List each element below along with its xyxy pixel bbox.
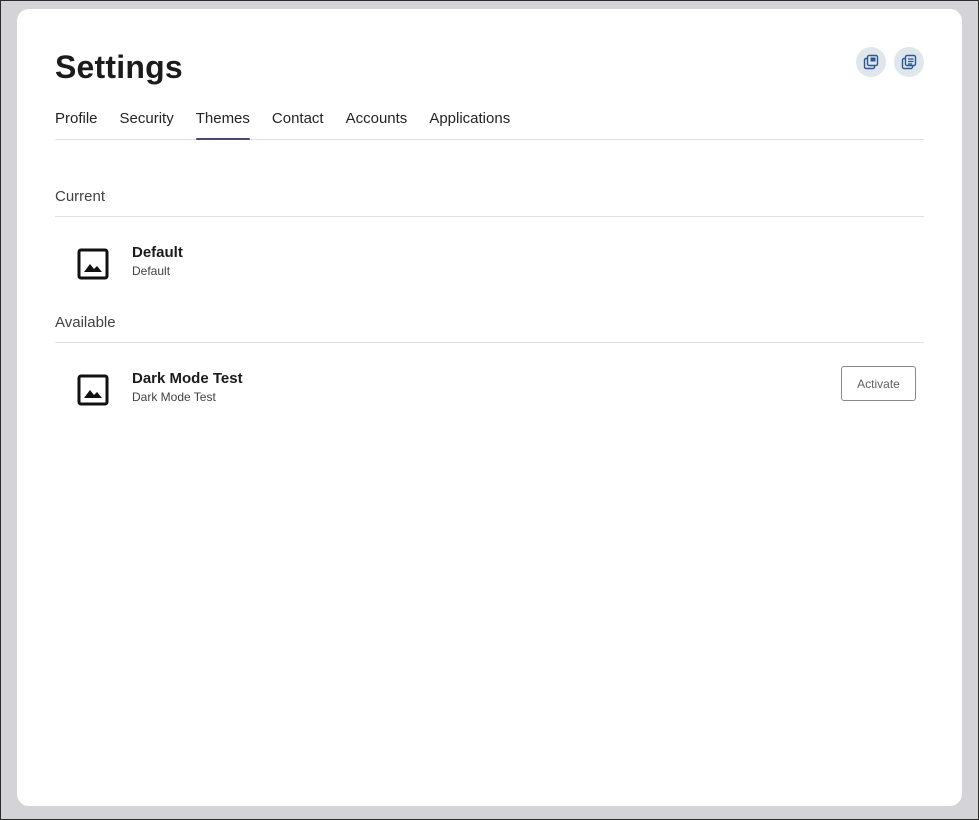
theme-name: Default — [132, 244, 183, 261]
popout-button[interactable] — [856, 47, 886, 77]
section-divider — [55, 216, 924, 217]
current-theme-row: Default Default — [55, 240, 924, 288]
tab-contact[interactable]: Contact — [272, 109, 324, 139]
page-title: Settings — [55, 49, 183, 85]
section-label-current: Current — [55, 188, 106, 205]
header: Settings — [55, 47, 924, 101]
tab-applications[interactable]: Applications — [429, 109, 510, 139]
settings-tabs: Profile Security Themes Contact Accounts… — [55, 109, 924, 140]
settings-card: Settings Profile Security Themes Contact… — [17, 9, 962, 806]
theme-description: Dark Mode Test — [132, 390, 216, 404]
theme-description: Default — [132, 264, 171, 278]
tab-themes[interactable]: Themes — [195, 109, 251, 140]
activate-button[interactable]: Activate — [841, 366, 916, 401]
theme-name: Dark Mode Test — [132, 370, 243, 387]
section-label-available: Available — [55, 314, 116, 331]
popout-icon — [863, 54, 879, 70]
tab-accounts[interactable]: Accounts — [346, 109, 408, 139]
tab-profile[interactable]: Profile — [55, 109, 98, 139]
image-icon — [77, 374, 109, 406]
tab-security[interactable]: Security — [120, 109, 174, 139]
image-icon — [77, 248, 109, 280]
section-divider — [55, 342, 924, 343]
notes-icon — [901, 54, 917, 70]
available-theme-row: Dark Mode Test Dark Mode Test Activate — [55, 366, 924, 414]
notes-button[interactable] — [894, 47, 924, 77]
header-actions — [856, 47, 924, 77]
window-frame: Settings Profile Security Themes Contact… — [0, 0, 979, 820]
